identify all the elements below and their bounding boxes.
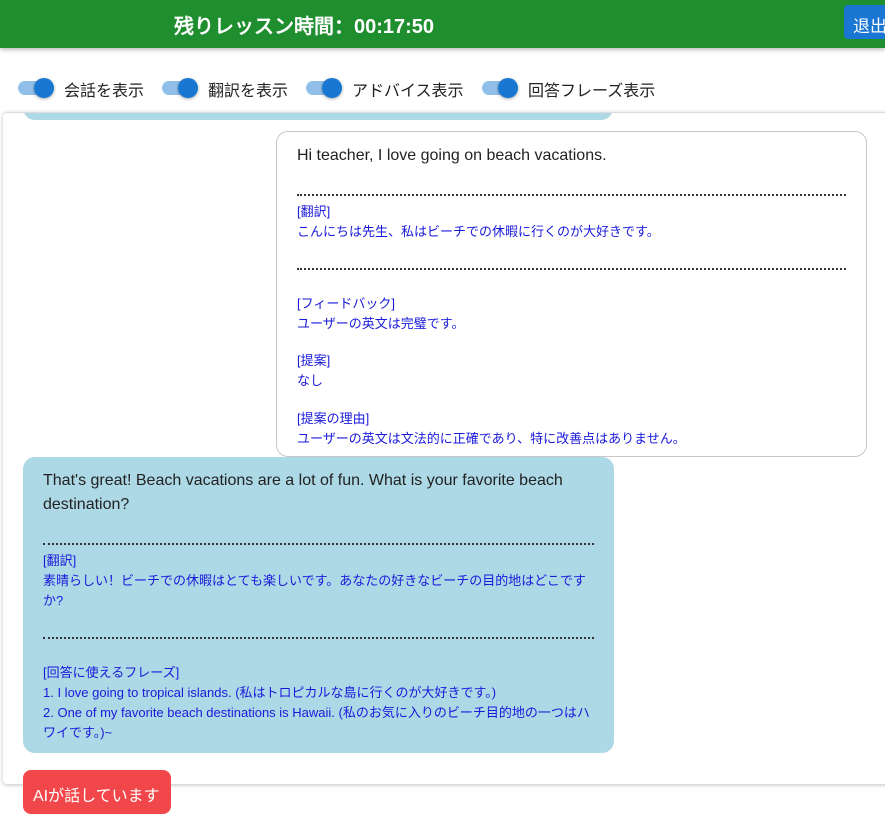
suggestion-text: なし (297, 373, 324, 388)
divider (43, 543, 594, 545)
user-message: Hi teacher, I love going on beach vacati… (276, 131, 867, 457)
top-bar: 残りレッスン時間：00:17:50 退出 (0, 0, 885, 48)
suggestion-reason-heading: [提案の理由] (297, 411, 370, 426)
toggle-label: アドバイス表示 (352, 83, 464, 100)
suggestion-heading: [提案] (297, 353, 331, 368)
divider (297, 194, 846, 196)
feedback-heading: [フィードバック] (297, 296, 395, 311)
translation-text: こんにちは先生、私はビーチでの休暇に行くのが大好きです。 (297, 224, 660, 239)
user-message-text: Hi teacher, I love going on beach vacati… (297, 147, 607, 164)
suggestion-reason-text: ユーザーの英文は文法的に正確であり、特に改善点はありません。 (297, 431, 686, 446)
answer-phrase-item: 2. One of my favorite beach destinations… (43, 705, 590, 740)
toggle-knob[interactable] (498, 78, 518, 98)
toggle-knob[interactable] (322, 78, 342, 98)
toggle-knob[interactable] (178, 78, 198, 98)
previous-ai-message (23, 113, 613, 120)
translation-text: 素晴らしい！ビーチでの休暇はとても楽しいです。あなたの好きなビーチの目的地はどこ… (43, 573, 586, 608)
chat-panel[interactable]: Hi teacher, I love going on beach vacati… (3, 112, 885, 784)
ai-speaking-status-button[interactable]: AIが話しています (23, 770, 171, 814)
exit-button[interactable]: 退出 (844, 5, 885, 39)
toggle-knob[interactable] (34, 78, 54, 98)
translation-heading: [翻訳] (43, 553, 77, 568)
feedback-text: ユーザーの英文は完璧です。 (297, 316, 465, 331)
divider (43, 637, 594, 639)
toggle-label: 回答フレーズ表示 (528, 83, 656, 100)
answer-phrase-item: 1. I love going to tropical islands. (私は… (43, 685, 497, 700)
translation-heading: [翻訳] (297, 204, 331, 219)
remaining-time-label: 残りレッスン時間：00:17:50 (174, 16, 435, 38)
toggle-label: 翻訳を表示 (208, 83, 289, 100)
ai-message: That's great! Beach vacations are a lot … (23, 457, 614, 753)
display-toggles: 会話を表示 翻訳を表示 アドバイス表示 回答フレーズ表示 (0, 70, 885, 104)
divider (297, 268, 846, 270)
toggle-label: 会話を表示 (64, 83, 145, 100)
answer-phrases-heading: [回答に使えるフレーズ] (43, 665, 180, 680)
ai-message-text: That's great! Beach vacations are a lot … (43, 472, 563, 513)
